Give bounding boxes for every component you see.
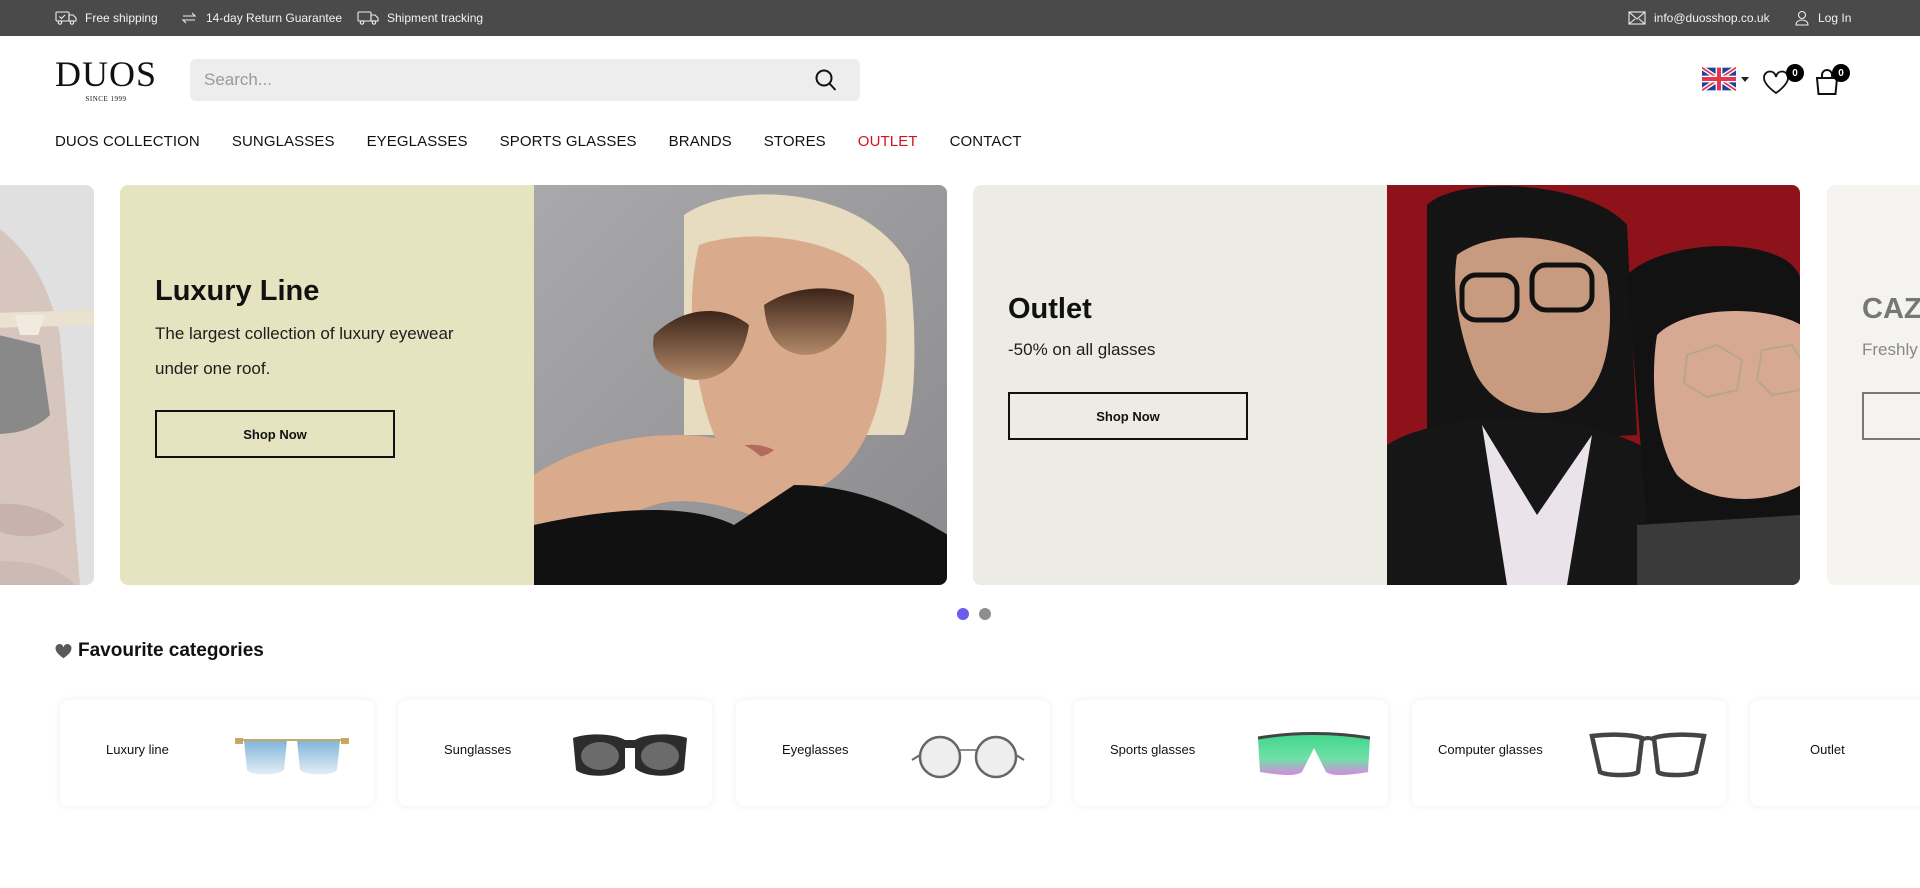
shipment-truck-icon xyxy=(357,11,379,25)
category-label: Outlet xyxy=(1810,742,1845,757)
round-metal-eyeglasses-image xyxy=(911,735,1025,779)
green-shield-sports-glasses-image xyxy=(1257,732,1371,775)
slide-outlet: Outlet -50% on all glasses Shop Now xyxy=(973,185,1800,585)
nav-contact[interactable]: CONTACT xyxy=(950,133,1022,150)
return-guarantee-label: 14-day Return Guarantee xyxy=(206,11,343,25)
email-label: info@duosshop.co.uk xyxy=(1654,11,1770,25)
nav-sports-glasses[interactable]: SPORTS GLASSES xyxy=(500,133,637,150)
blue-rimless-sunglasses-image xyxy=(235,738,349,775)
nav-duos-collection[interactable]: DUOS COLLECTION xyxy=(55,133,200,150)
woman-aviator-sunglasses-photo xyxy=(534,185,947,585)
nav-sunglasses[interactable]: SUNGLASSES xyxy=(232,133,335,150)
slide-title: Outlet xyxy=(1008,293,1092,325)
nav-stores[interactable]: STORES xyxy=(764,133,826,150)
nav-brands[interactable]: BRANDS xyxy=(669,133,732,150)
category-label: Sunglasses xyxy=(444,742,512,757)
slide-previous[interactable] xyxy=(0,185,94,585)
slide-title: CAZA xyxy=(1862,293,1920,325)
wishlist-count-badge: 0 xyxy=(1786,64,1804,82)
man-sunglasses-photo xyxy=(0,185,94,585)
cart-button[interactable]: 0 xyxy=(1814,64,1850,96)
logo-wordmark: DUOS xyxy=(54,54,157,94)
slide-title: Luxury Line xyxy=(155,275,320,307)
slider-dot-1[interactable] xyxy=(957,608,969,620)
shipment-tracking-label: Shipment tracking xyxy=(387,11,484,25)
slider-dot-2[interactable] xyxy=(979,608,991,620)
category-card-computer-glasses[interactable]: Computer glasses xyxy=(1412,700,1726,806)
slide-text-panel: Luxury Line The largest collection of lu… xyxy=(120,185,534,585)
envelope-icon xyxy=(1628,11,1646,25)
slider-pagination xyxy=(957,608,991,620)
uk-flag-icon[interactable] xyxy=(1702,67,1736,91)
slide-subtitle: Freshly xyxy=(1862,340,1918,359)
duos-logo[interactable]: DUOS SINCE 1999 xyxy=(54,56,158,103)
shop-now-button[interactable] xyxy=(1862,392,1920,440)
category-label: Computer glasses xyxy=(1438,742,1543,757)
category-card-eyeglasses[interactable]: Eyeglasses xyxy=(736,700,1050,806)
category-label: Luxury line xyxy=(106,742,169,757)
category-label: Sports glasses xyxy=(1110,742,1196,757)
favourite-categories-heading: Favourite categories xyxy=(55,640,264,662)
slide-text-panel: Outlet -50% on all glasses Shop Now xyxy=(973,185,1387,585)
category-card-sunglasses[interactable]: Sunglasses xyxy=(398,700,712,806)
search-icon[interactable] xyxy=(814,68,838,92)
nav-outlet[interactable]: OUTLET xyxy=(858,133,918,150)
category-label: Eyeglasses xyxy=(782,742,849,757)
shop-now-button[interactable]: Shop Now xyxy=(1008,392,1248,440)
user-icon xyxy=(1795,10,1809,26)
shop-now-button[interactable]: Shop Now xyxy=(155,410,395,458)
couple-eyeglasses-photo xyxy=(1387,185,1800,585)
favourite-categories-title: Favourite categories xyxy=(78,640,264,661)
main-nav: DUOS COLLECTION SUNGLASSES EYEGLASSES SP… xyxy=(55,133,1054,150)
photo-illustration xyxy=(534,185,947,585)
category-card-luxury-line[interactable]: Luxury line xyxy=(60,700,374,806)
slide-luxury-line: Luxury Line The largest collection of lu… xyxy=(120,185,947,585)
login-link[interactable]: Log In xyxy=(1794,0,1851,36)
delivery-truck-check-icon xyxy=(55,11,77,25)
search-input[interactable] xyxy=(204,70,794,90)
slide-subtitle: -50% on all glasses xyxy=(1008,340,1156,359)
top-bar: Free shipping 14-day Return Guarantee Sh… xyxy=(0,0,1920,36)
photo-illustration xyxy=(1387,185,1800,585)
category-card-sports-glasses[interactable]: Sports glasses xyxy=(1074,700,1388,806)
heart-icon xyxy=(55,643,72,658)
login-label: Log In xyxy=(1818,11,1852,25)
dark-square-eyeglasses-image xyxy=(1589,732,1707,778)
free-shipping-label: Free shipping xyxy=(85,11,158,25)
wishlist-button[interactable]: 0 xyxy=(1762,64,1804,95)
black-chunky-sunglasses-image xyxy=(573,734,687,776)
nav-eyeglasses[interactable]: EYEGLASSES xyxy=(367,133,468,150)
slide-subtitle: The largest collection of luxury eyewear… xyxy=(155,324,454,378)
shipment-tracking[interactable]: Shipment tracking xyxy=(357,0,483,36)
language-caret-icon[interactable] xyxy=(1741,77,1749,82)
email-link[interactable]: info@duosshop.co.uk xyxy=(1628,0,1770,36)
slide-caza[interactable]: CAZA Freshly xyxy=(1827,185,1920,585)
free-shipping[interactable]: Free shipping xyxy=(55,0,158,36)
return-guarantee[interactable]: 14-day Return Guarantee xyxy=(180,0,342,36)
return-arrows-icon xyxy=(181,12,197,24)
logo-tagline: SINCE 1999 xyxy=(85,95,127,103)
category-card-outlet[interactable]: Outlet xyxy=(1750,700,1920,806)
cart-count-badge: 0 xyxy=(1832,64,1850,82)
search-bar xyxy=(190,59,860,101)
